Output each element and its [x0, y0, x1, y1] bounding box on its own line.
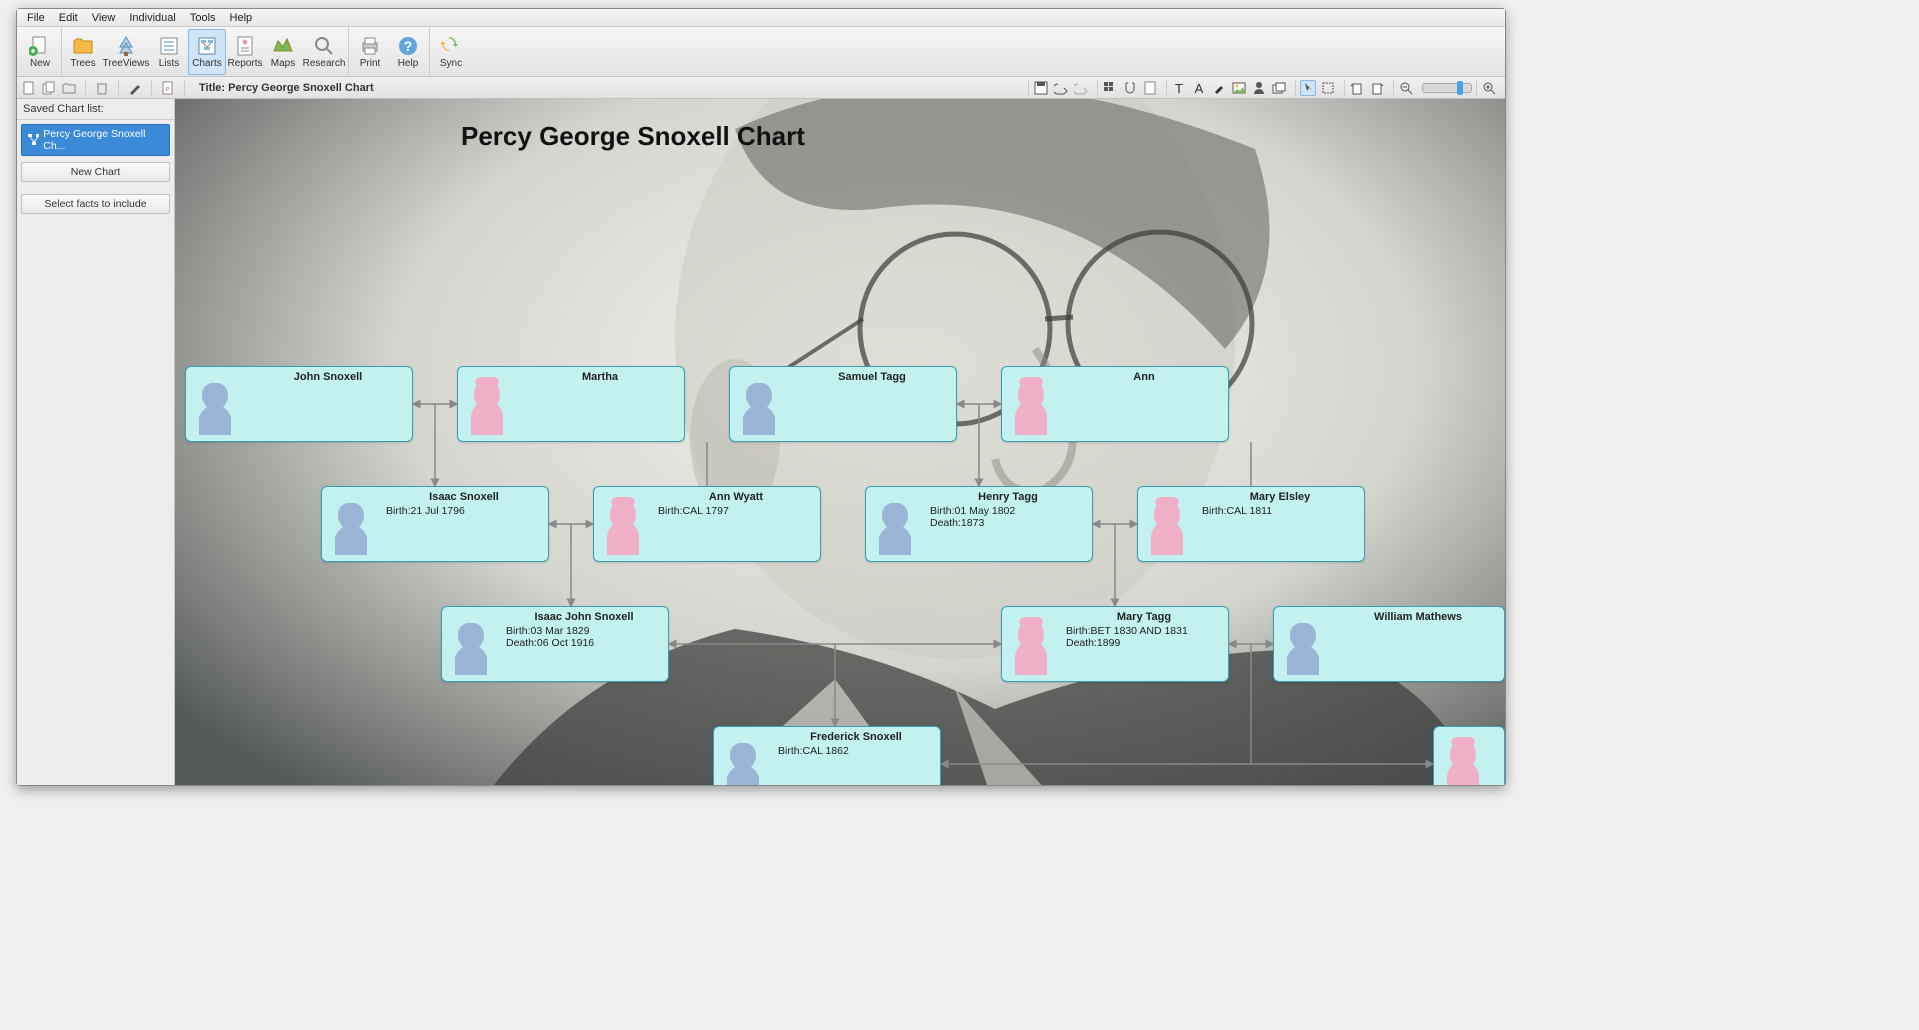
snap-icon[interactable]	[1122, 80, 1138, 96]
redo-icon[interactable]	[1073, 80, 1089, 96]
image-icon[interactable]	[1231, 80, 1247, 96]
male-silhouette-icon	[322, 487, 380, 563]
new-icon	[28, 34, 52, 58]
search-icon	[312, 34, 336, 58]
select-facts-button[interactable]: Select facts to include	[21, 194, 170, 214]
maps-icon	[271, 34, 295, 58]
export-pdf-icon[interactable]: P	[160, 80, 176, 96]
text-icon[interactable]: T	[1171, 80, 1187, 96]
male-silhouette-icon	[442, 607, 500, 683]
zoom-out-icon[interactable]	[1398, 80, 1414, 96]
person-martha[interactable]: Martha	[457, 366, 685, 442]
secondary-toolbar: P Title: Percy George Snoxell Chart T A	[17, 77, 1505, 99]
menu-tools[interactable]: Tools	[184, 10, 222, 26]
chart-item-icon	[28, 134, 39, 146]
person-henry-tagg[interactable]: Henry Tagg Birth:01 May 1802 Death:1873	[865, 486, 1093, 562]
female-silhouette-icon	[1434, 727, 1492, 785]
main-toolbar: New Trees TreeViews Lists Charts Re	[17, 27, 1505, 77]
svg-text:?: ?	[404, 38, 413, 54]
maps-button[interactable]: Maps	[264, 29, 302, 75]
treeviews-button[interactable]: TreeViews	[102, 29, 150, 75]
menu-bar: File Edit View Individual Tools Help	[17, 9, 1505, 27]
female-silhouette-icon	[1002, 367, 1060, 443]
person-mary-tagg[interactable]: Mary Tagg Birth:BET 1830 AND 1831 Death:…	[1001, 606, 1229, 682]
charts-button[interactable]: Charts	[188, 29, 226, 75]
marquee-icon[interactable]	[1320, 80, 1336, 96]
print-icon	[358, 34, 382, 58]
female-silhouette-icon	[594, 487, 652, 563]
sync-icon	[439, 34, 463, 58]
chart-title-label: Title: Percy George Snoxell Chart	[199, 82, 374, 94]
male-silhouette-icon	[730, 367, 788, 443]
new-button[interactable]: New	[21, 29, 59, 75]
person-isaac-john-snoxell[interactable]: Isaac John Snoxell Birth:03 Mar 1829 Dea…	[441, 606, 669, 682]
folder-icon	[71, 34, 95, 58]
male-silhouette-icon	[714, 727, 772, 785]
menu-help[interactable]: Help	[224, 10, 259, 26]
person-clipped-right[interactable]	[1433, 726, 1505, 785]
research-button[interactable]: Research	[302, 29, 346, 75]
lists-button[interactable]: Lists	[150, 29, 188, 75]
svg-text:A: A	[1195, 81, 1204, 95]
male-silhouette-icon	[866, 487, 924, 563]
page-setup-icon[interactable]	[1142, 80, 1158, 96]
copy-doc-icon[interactable]	[41, 80, 57, 96]
new-chart-button[interactable]: New Chart	[21, 162, 170, 182]
person-ann[interactable]: Ann	[1001, 366, 1229, 442]
female-silhouette-icon	[1002, 607, 1060, 683]
menu-file[interactable]: File	[21, 10, 51, 26]
save-icon[interactable]	[1033, 80, 1049, 96]
pointer-icon[interactable]	[1300, 80, 1316, 96]
new-doc-icon[interactable]	[21, 80, 37, 96]
svg-text:T: T	[1175, 81, 1183, 95]
chart-canvas[interactable]: Percy George Snoxell Chart John Snoxell	[175, 99, 1505, 785]
trees-button[interactable]: Trees	[64, 29, 102, 75]
zoom-in-icon[interactable]	[1481, 80, 1497, 96]
female-silhouette-icon	[458, 367, 516, 443]
open-folder-icon[interactable]	[61, 80, 77, 96]
undo-icon[interactable]	[1053, 80, 1069, 96]
brush-icon[interactable]	[1211, 80, 1227, 96]
sync-button[interactable]: Sync	[432, 29, 470, 75]
sidebar-saved-charts-label: Saved Chart list:	[17, 99, 174, 120]
lists-icon	[157, 34, 181, 58]
app-window: File Edit View Individual Tools Help New…	[16, 8, 1506, 786]
chart-main-title: Percy George Snoxell Chart	[461, 121, 805, 152]
rotate-right-icon[interactable]	[1369, 80, 1385, 96]
reports-icon	[233, 34, 257, 58]
grid-icon[interactable]	[1102, 80, 1118, 96]
content-area: Saved Chart list: Percy George Snoxell C…	[17, 99, 1505, 785]
menu-edit[interactable]: Edit	[53, 10, 84, 26]
tree-icon	[114, 34, 138, 58]
edit-pencil-icon[interactable]	[127, 80, 143, 96]
person-ann-wyatt[interactable]: Ann Wyatt Birth:CAL 1797	[593, 486, 821, 562]
person-mary-elsley[interactable]: Mary Elsley Birth:CAL 1811	[1137, 486, 1365, 562]
male-silhouette-icon	[186, 367, 244, 443]
print-button[interactable]: Print	[351, 29, 389, 75]
menu-view[interactable]: View	[86, 10, 122, 26]
layers-icon[interactable]	[1271, 80, 1287, 96]
male-silhouette-icon	[1274, 607, 1332, 683]
help-icon: ?	[396, 34, 420, 58]
female-silhouette-icon	[1138, 487, 1196, 563]
person-icon[interactable]	[1251, 80, 1267, 96]
person-william-mathews[interactable]: William Mathews	[1273, 606, 1505, 682]
person-frederick-snoxell[interactable]: Frederick Snoxell Birth:CAL 1862	[713, 726, 941, 785]
rotate-left-icon[interactable]	[1349, 80, 1365, 96]
saved-chart-item[interactable]: Percy George Snoxell Ch...	[21, 124, 170, 156]
delete-icon[interactable]	[94, 80, 110, 96]
font-icon[interactable]: A	[1191, 80, 1207, 96]
help-button[interactable]: ? Help	[389, 29, 427, 75]
person-john-snoxell[interactable]: John Snoxell	[185, 366, 413, 442]
zoom-slider[interactable]	[1422, 83, 1472, 93]
charts-icon	[195, 34, 219, 58]
person-isaac-snoxell[interactable]: Isaac Snoxell Birth:21 Jul 1796	[321, 486, 549, 562]
reports-button[interactable]: Reports	[226, 29, 264, 75]
menu-individual[interactable]: Individual	[123, 10, 181, 26]
sidebar: Saved Chart list: Percy George Snoxell C…	[17, 99, 175, 785]
person-samuel-tagg[interactable]: Samuel Tagg	[729, 366, 957, 442]
